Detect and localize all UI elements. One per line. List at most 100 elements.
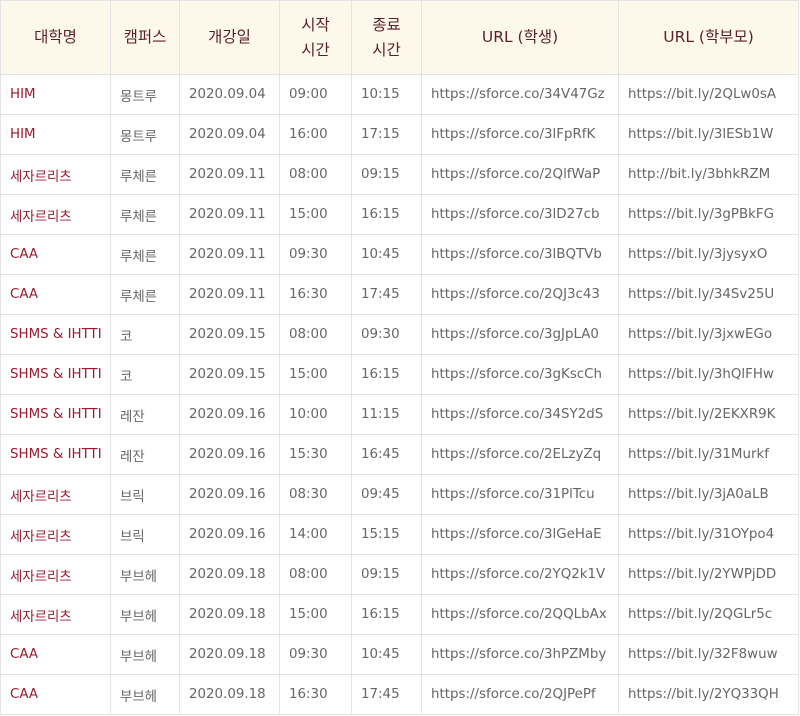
- cell-url-parent-link[interactable]: https://bit.ly/34Sv25U: [618, 274, 799, 315]
- cell-url-student-link[interactable]: https://sforce.co/3lGeHaE: [421, 514, 619, 555]
- cell-university: SHMS & IHTTI: [0, 314, 111, 355]
- cell-open-date: 2020.09.16: [179, 474, 280, 515]
- cell-university: SHMS & IHTTI: [0, 354, 111, 395]
- cell-open-date: 2020.09.11: [179, 154, 280, 195]
- cell-start-time: 09:00: [279, 74, 352, 115]
- cell-url-student-link[interactable]: https://sforce.co/3gJpLA0: [421, 314, 619, 355]
- cell-url-parent-link[interactable]: https://bit.ly/3jxwEGo: [618, 314, 799, 355]
- cell-end-time: 16:15: [351, 354, 422, 395]
- cell-open-date: 2020.09.18: [179, 674, 280, 715]
- table-row: SHMS & IHTTI 레잔 2020.09.16 15:30 16:45 https:…: [0, 434, 799, 475]
- header-university: 대학명: [0, 0, 111, 75]
- cell-end-time: 17:45: [351, 674, 422, 715]
- table-row: CAA 부브헤 2020.09.18 16:30 17:45 https://sforce…: [0, 674, 799, 715]
- header-end-time-line1: 종료: [372, 15, 401, 34]
- schedule-table: 대학명 캠퍼스 개강일 시작 시간 종료 시간 URL (학생) URL (학부…: [0, 0, 799, 715]
- cell-url-student-link[interactable]: https://sforce.co/3lD27cb: [421, 194, 619, 235]
- cell-end-time: 16:45: [351, 434, 422, 475]
- table-row: HIM 몽트루 2020.09.04 09:00 10:15 https://sforce…: [0, 74, 799, 115]
- cell-start-time: 16:30: [279, 674, 352, 715]
- cell-end-time: 10:15: [351, 74, 422, 115]
- cell-campus: 루체른: [110, 274, 180, 315]
- cell-open-date: 2020.09.11: [179, 274, 280, 315]
- cell-end-time: 09:15: [351, 554, 422, 595]
- cell-url-student-link[interactable]: https://sforce.co/3hPZMby: [421, 634, 619, 675]
- cell-open-date: 2020.09.18: [179, 554, 280, 595]
- header-start-time: 시작 시간: [279, 0, 352, 75]
- cell-open-date: 2020.09.18: [179, 594, 280, 635]
- cell-end-time: 10:45: [351, 634, 422, 675]
- cell-url-student-link[interactable]: https://sforce.co/3lBQTVb: [421, 234, 619, 275]
- cell-open-date: 2020.09.11: [179, 234, 280, 275]
- cell-campus: 부브헤: [110, 554, 180, 595]
- cell-url-student-link[interactable]: https://sforce.co/34SY2dS: [421, 394, 619, 435]
- cell-url-student-link[interactable]: https://sforce.co/3gKscCh: [421, 354, 619, 395]
- cell-url-student-link[interactable]: https://sforce.co/2QlfWaP: [421, 154, 619, 195]
- cell-end-time: 11:15: [351, 394, 422, 435]
- header-start-time-line2: 시간: [301, 40, 330, 59]
- table-body: HIM 몽트루 2020.09.04 09:00 10:15 https://sforce…: [0, 74, 799, 715]
- table-row: 세자르리츠 부브헤 2020.09.18 08:00 09:15 https://sfor…: [0, 554, 799, 595]
- cell-url-student-link[interactable]: https://sforce.co/3lFpRfK: [421, 114, 619, 155]
- cell-university: 세자르리츠: [0, 594, 111, 635]
- table-row: SHMS & IHTTI 코 2020.09.15 08:00 09:30 https:/…: [0, 314, 799, 355]
- cell-url-parent-link[interactable]: https://bit.ly/3jysyxO: [618, 234, 799, 275]
- cell-url-parent-link[interactable]: https://bit.ly/2YQ33QH: [618, 674, 799, 715]
- cell-url-parent-link[interactable]: https://bit.ly/3jA0aLB: [618, 474, 799, 515]
- cell-url-parent-link[interactable]: https://bit.ly/2QGLr5c: [618, 594, 799, 635]
- cell-url-parent-link[interactable]: https://bit.ly/3gPBkFG: [618, 194, 799, 235]
- table-header: 대학명 캠퍼스 개강일 시작 시간 종료 시간 URL (학생) URL (학부…: [0, 0, 799, 75]
- cell-university: SHMS & IHTTI: [0, 434, 111, 475]
- cell-open-date: 2020.09.15: [179, 314, 280, 355]
- table-row: SHMS & IHTTI 코 2020.09.15 15:00 16:15 https:/…: [0, 354, 799, 395]
- cell-campus: 루체른: [110, 154, 180, 195]
- table-row: 세자르리츠 루체른 2020.09.11 15:00 16:15 https://sfor…: [0, 194, 799, 235]
- header-row: 대학명 캠퍼스 개강일 시작 시간 종료 시간 URL (학생) URL (학부…: [0, 0, 799, 75]
- header-url-parent: URL (학부모): [618, 0, 799, 75]
- cell-url-student-link[interactable]: https://sforce.co/2QJPePf: [421, 674, 619, 715]
- cell-university: 세자르리츠: [0, 194, 111, 235]
- cell-start-time: 08:00: [279, 154, 352, 195]
- cell-start-time: 09:30: [279, 234, 352, 275]
- cell-open-date: 2020.09.16: [179, 394, 280, 435]
- cell-open-date: 2020.09.15: [179, 354, 280, 395]
- cell-url-parent-link[interactable]: https://bit.ly/2QLw0sA: [618, 74, 799, 115]
- cell-campus: 레잔: [110, 434, 180, 475]
- header-open-date: 개강일: [179, 0, 280, 75]
- cell-url-student-link[interactable]: https://sforce.co/34V47Gz: [421, 74, 619, 115]
- cell-end-time: 17:45: [351, 274, 422, 315]
- cell-campus: 루체른: [110, 194, 180, 235]
- cell-start-time: 15:00: [279, 354, 352, 395]
- header-end-time: 종료 시간: [351, 0, 422, 75]
- table-row: CAA 루체른 2020.09.11 09:30 10:45 https://sforce…: [0, 234, 799, 275]
- cell-url-student-link[interactable]: https://sforce.co/2QJ3c43: [421, 274, 619, 315]
- cell-open-date: 2020.09.16: [179, 434, 280, 475]
- cell-campus: 브릭: [110, 474, 180, 515]
- cell-campus: 부브헤: [110, 594, 180, 635]
- table-row: 세자르리츠 브릭 2020.09.16 08:30 09:45 https://sforc…: [0, 474, 799, 515]
- cell-url-parent-link[interactable]: https://bit.ly/3hQlFHw: [618, 354, 799, 395]
- cell-url-parent-link[interactable]: https://bit.ly/3lESb1W: [618, 114, 799, 155]
- table-row: HIM 몽트루 2020.09.04 16:00 17:15 https://sforce…: [0, 114, 799, 155]
- cell-url-parent-link[interactable]: https://bit.ly/31Murkf: [618, 434, 799, 475]
- cell-url-parent-link[interactable]: https://bit.ly/31OYpo4: [618, 514, 799, 555]
- cell-url-student-link[interactable]: https://sforce.co/31PlTcu: [421, 474, 619, 515]
- table-row: 세자르리츠 루체른 2020.09.11 08:00 09:15 https://sfor…: [0, 154, 799, 195]
- cell-end-time: 09:45: [351, 474, 422, 515]
- cell-university: 세자르리츠: [0, 514, 111, 555]
- cell-start-time: 16:00: [279, 114, 352, 155]
- cell-campus: 부브헤: [110, 674, 180, 715]
- header-campus: 캠퍼스: [110, 0, 180, 75]
- cell-url-parent-link[interactable]: https://bit.ly/32F8wuw: [618, 634, 799, 675]
- cell-open-date: 2020.09.11: [179, 194, 280, 235]
- cell-url-student-link[interactable]: https://sforce.co/2QQLbAx: [421, 594, 619, 635]
- cell-end-time: 09:30: [351, 314, 422, 355]
- cell-university: 세자르리츠: [0, 554, 111, 595]
- cell-url-student-link[interactable]: https://sforce.co/2ELzyZq: [421, 434, 619, 475]
- cell-start-time: 10:00: [279, 394, 352, 435]
- cell-url-student-link[interactable]: https://sforce.co/2YQ2k1V: [421, 554, 619, 595]
- cell-url-parent-link[interactable]: https://bit.ly/2EKXR9K: [618, 394, 799, 435]
- cell-url-parent-link[interactable]: https://bit.ly/2YWPjDD: [618, 554, 799, 595]
- table-row: CAA 부브헤 2020.09.18 09:30 10:45 https://sforce…: [0, 634, 799, 675]
- cell-url-parent-link[interactable]: http://bit.ly/3bhkRZM: [618, 154, 799, 195]
